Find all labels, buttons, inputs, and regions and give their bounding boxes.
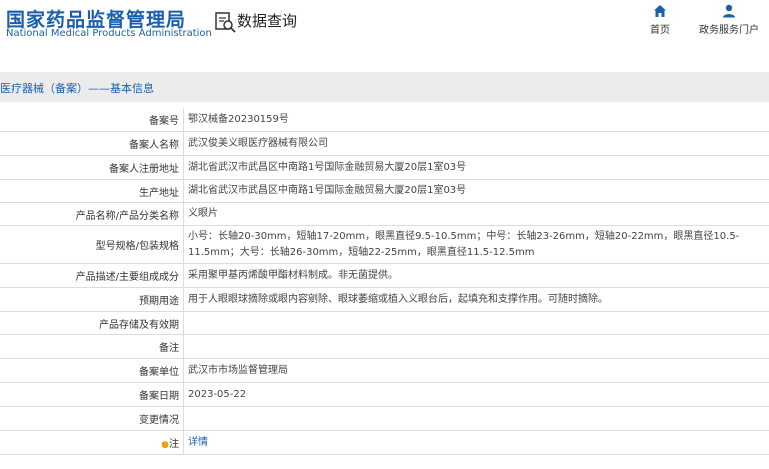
row-value: 小号：长轴20-30mm，短轴17-20mm，眼黑直径9.5-10.5mm；中号…	[183, 225, 769, 264]
table-row: 备案号 鄂汉械备20230159号	[0, 108, 769, 132]
table-row: 型号规格/包装规格 小号：长轴20-30mm，短轴17-20mm，眼黑直径9.5…	[0, 225, 769, 264]
row-label: 型号规格/包装规格	[0, 225, 184, 264]
row-value: 鄂汉械备20230159号	[183, 108, 769, 132]
nav-portal-label: 政务服务门户	[699, 25, 759, 36]
table-row: 备注	[0, 334, 769, 359]
table-row: 备案单位 武汉市市场监督管理局	[0, 358, 769, 383]
row-label: 变更情况	[0, 406, 184, 431]
site-logo-subtitle: National Medical Products Administration	[6, 28, 212, 39]
row-label: 备案日期	[0, 382, 184, 407]
row-label: 生产地址	[0, 179, 184, 203]
details-link[interactable]: 详情	[188, 437, 208, 448]
table-row: 预期用途 用于人眼眼球摘除或眼内容剜除、眼球萎缩或植入义眼台后，起填充和支撑作用…	[0, 287, 769, 312]
row-label: 备案人注册地址	[0, 155, 184, 180]
row-label: 注	[169, 439, 179, 450]
nav-home-label: 首页	[650, 25, 670, 36]
row-value	[183, 406, 769, 431]
data-search-icon	[215, 12, 236, 33]
table-row: 备案日期 2023-05-22	[0, 382, 769, 407]
table-row: 生产地址 湖北省武汉市武昌区中南路1号国际金融贸易大厦20层1室03号	[0, 179, 769, 203]
page-title: 数据查询	[237, 12, 298, 30]
info-table: 备案号 鄂汉械备20230159号 备案人名称 武汉俊美义眼医疗器械有限公司 备…	[0, 108, 769, 455]
row-label: 备注	[0, 334, 184, 359]
row-value	[183, 311, 769, 335]
table-row: ●注 详情	[0, 430, 769, 455]
nav-portal-link[interactable]: 政务服务门户	[694, 4, 764, 36]
table-row: 备案人注册地址 湖北省武汉市武昌区中南路1号国际金融贸易大厦20层1室03号	[0, 155, 769, 180]
table-row: 变更情况	[0, 406, 769, 431]
section-title: 医疗器械（备案）——基本信息	[0, 82, 154, 95]
site-header: 国家药品监督管理局 National Medical Products Admi…	[0, 0, 769, 60]
row-label: 预期用途	[0, 287, 184, 312]
home-icon	[654, 5, 666, 17]
table-row: 产品存储及有效期	[0, 311, 769, 335]
row-value	[183, 334, 769, 359]
note-label-cell: ●注	[0, 430, 184, 455]
user-icon	[723, 4, 735, 18]
row-label: 产品名称/产品分类名称	[0, 202, 184, 226]
nav-home-link[interactable]: 首页	[642, 4, 678, 36]
section-bar: 医疗器械（备案）——基本信息	[0, 72, 769, 102]
table-row: 备案人名称 武汉俊美义眼医疗器械有限公司	[0, 131, 769, 156]
row-value: 义眼片	[183, 202, 769, 226]
table-row: 产品名称/产品分类名称 义眼片	[0, 202, 769, 226]
row-value: 详情	[183, 430, 769, 455]
row-label: 产品描述/主要组成成分	[0, 263, 184, 288]
row-label: 备案单位	[0, 358, 184, 383]
table-row: 产品描述/主要组成成分 采用聚甲基丙烯酸甲酯材料制成。非无菌提供。	[0, 263, 769, 288]
row-value: 采用聚甲基丙烯酸甲酯材料制成。非无菌提供。	[183, 263, 769, 288]
row-label: 产品存储及有效期	[0, 311, 184, 335]
row-value: 湖北省武汉市武昌区中南路1号国际金融贸易大厦20层1室03号	[183, 179, 769, 203]
row-value: 武汉俊美义眼医疗器械有限公司	[183, 131, 769, 156]
row-label: 备案人名称	[0, 131, 184, 156]
row-label: 备案号	[0, 108, 184, 132]
row-value: 用于人眼眼球摘除或眼内容剜除、眼球萎缩或植入义眼台后，起填充和支撑作用。可随时摘…	[183, 287, 769, 312]
row-value: 2023-05-22	[183, 382, 769, 407]
row-value: 湖北省武汉市武昌区中南路1号国际金融贸易大厦20层1室03号	[183, 155, 769, 180]
row-value: 武汉市市场监督管理局	[183, 358, 769, 383]
lightbulb-icon: ●	[161, 440, 169, 450]
